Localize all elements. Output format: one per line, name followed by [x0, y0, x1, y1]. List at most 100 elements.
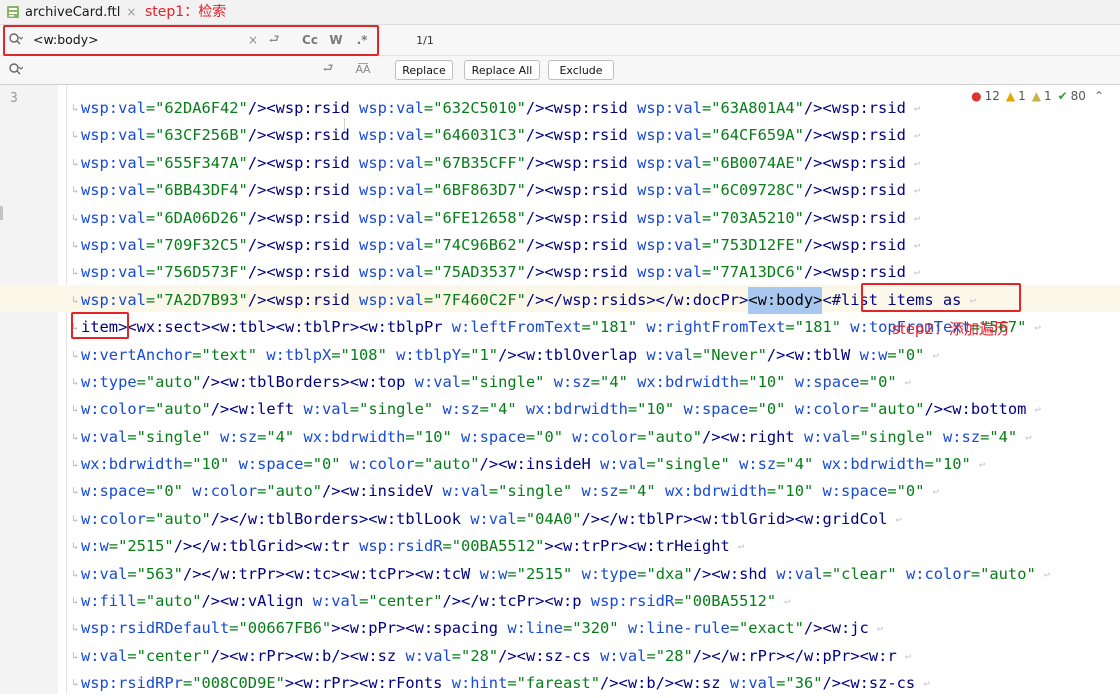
code-token: ="10": [924, 455, 971, 474]
code-token: ="10": [182, 455, 230, 474]
code-token: /><: [201, 372, 230, 391]
code-token: ><: [359, 509, 378, 528]
code-token: w:color: [81, 400, 146, 419]
soft-wrap-icon: ↳: [72, 459, 79, 471]
code-token: ="auto": [637, 427, 703, 446]
code-line[interactable]: ↳ wsp:rsidRPr ="008C0D9E" >< w:rPr >< w:rFonts…: [72, 670, 1050, 697]
code-token: w:sz: [739, 455, 777, 474]
code-line[interactable]: ↳ w:space ="0" w:color ="auto"/>< w:insideV …: [72, 478, 1050, 505]
code-token: w:w: [81, 537, 109, 556]
code-line[interactable]: ↳ wx:bdrwidth ="10" w:space ="0" w:color ="a…: [72, 451, 1050, 478]
code-line[interactable]: ↳ wsp:val ="6DA06D26"/>< wsp:rsid wsp:val ="…: [72, 205, 1050, 232]
soft-wrap-icon: ↳: [72, 267, 79, 279]
code-token: w:space: [238, 455, 304, 474]
code-token: ="320": [562, 619, 619, 638]
annotation-step1: step1：检索: [145, 4, 227, 20]
code-token: w:val: [312, 592, 360, 611]
code-token: ="753D12FE": [701, 235, 804, 254]
code-token: /><: [247, 181, 276, 200]
soft-wrap-icon: ↳: [72, 431, 79, 443]
replace-button[interactable]: Replace: [395, 60, 453, 80]
code-token: wsp:val: [359, 208, 424, 227]
soft-wrap-icon: ↳: [72, 239, 79, 251]
code-token: wsp:val: [81, 290, 146, 309]
code-token: w:val: [303, 400, 350, 419]
code-line[interactable]: ↳ wsp:val ="6BB43DF4"/>< wsp:rsid wsp:val ="…: [72, 177, 1050, 204]
preserve-case-icon[interactable]: A͞A: [352, 61, 374, 77]
code-token: w:vertAnchor: [81, 345, 193, 364]
editor-tab[interactable]: archiveCard.ftl ×: [6, 1, 136, 23]
code-token: wsp:val: [637, 263, 702, 282]
code-token: ="4": [590, 372, 628, 391]
code-token: /><: [803, 619, 832, 638]
code-line[interactable]: ↳ wsp:val ="709F32C5"/>< wsp:rsid wsp:val ="…: [72, 232, 1050, 259]
code-token: w:p: [553, 592, 582, 611]
code-token: wsp:val: [81, 208, 146, 227]
code-line[interactable]: ↳ w:val ="single" w:sz ="4" wx:bdrwidth ="10…: [72, 424, 1050, 451]
wrap-end-icon: ↩: [932, 348, 940, 362]
code-line[interactable]: ↳ w:color ="auto"/>< w:left w:val ="single" …: [72, 396, 1050, 423]
code-token: ="single": [850, 427, 934, 446]
code-token: ="008C0D9E": [182, 674, 285, 693]
code-token: wsp:val: [637, 153, 702, 172]
code-token: /></: [581, 509, 619, 528]
code-token: wsp:val: [359, 181, 424, 200]
code-line[interactable]: ↳ w:val ="center"/>< w:rPr >< w:b/>< w:sz w:va…: [72, 643, 1050, 670]
code-token: ="auto": [145, 509, 211, 528]
code-line[interactable]: ↳ w:vertAnchor ="text" w:tblpX ="108" w:tbl…: [72, 342, 1050, 369]
soft-wrap-icon: ↳: [72, 623, 79, 635]
code-token: /><: [247, 126, 276, 145]
code-token: /><: [525, 126, 554, 145]
chevron-up-icon[interactable]: ⌃: [1094, 89, 1104, 103]
code-token: ="709F32C5": [145, 235, 248, 254]
code-token: /></: [210, 509, 248, 528]
exclude-button[interactable]: Exclude: [548, 60, 614, 80]
code-token: /><: [479, 455, 508, 474]
code-token: ="64CF659A": [701, 126, 804, 145]
code-token: ="0": [887, 345, 925, 364]
code-token: w:tblGrid: [210, 537, 295, 556]
code-token: ><: [340, 372, 360, 391]
soft-wrap-icon: ↳: [72, 294, 79, 306]
tab-close-icon[interactable]: ×: [126, 5, 136, 19]
code-line[interactable]: ↳ wsp:val ="63CF256B"/>< wsp:rsid wsp:val ="…: [72, 122, 1050, 149]
code-token: ="181": [581, 318, 638, 337]
code-line[interactable]: ↳ w:fill ="auto"/>< w:vAlign w:val ="center"…: [72, 588, 1050, 615]
code-token: wsp:val: [637, 126, 702, 145]
soft-wrap-icon: ↳: [72, 157, 79, 169]
code-token: wsp:rsid: [831, 208, 906, 227]
code-token: w:val: [442, 482, 489, 501]
code-line[interactable]: ↳ w:w ="2515"/></w:tblGrid >< w:tr wsp:rsidR…: [72, 533, 1050, 560]
code-token: wsp:rsid: [275, 263, 350, 282]
code-token: w:sz: [359, 646, 397, 665]
code-line[interactable]: ↳ wsp:val ="62DA6F42"/>< wsp:rsid wsp:val ="…: [72, 95, 1050, 122]
code-token: /></: [525, 290, 563, 309]
replace-multiline-icon[interactable]: ⮐: [320, 61, 336, 77]
code-line[interactable]: ↳ wsp:val ="655F347A"/>< wsp:rsid wsp:val ="…: [72, 150, 1050, 177]
code-token: wsp:rsid: [831, 99, 906, 117]
wrap-end-icon: ↩: [1034, 403, 1042, 417]
code-token: ="clear": [822, 564, 897, 583]
match-count: 1/1: [416, 33, 434, 47]
code-token: w:type: [581, 564, 638, 583]
code-token: w:tcPr: [479, 592, 536, 611]
code-line[interactable]: ↳ w:color ="auto"/></w:tblBorders >< w:tblLo…: [72, 506, 1050, 533]
code-line[interactable]: ↳ wsp:rsidRDefault ="00667FB6" >< w:pPr >< w:s…: [72, 615, 1050, 642]
code-token: wsp:rsid: [831, 126, 906, 145]
code-line[interactable]: ↳ w:type ="auto"/>< w:tblBorders >< w:top w:v…: [72, 369, 1050, 396]
code-line[interactable]: ↳ w:val ="563"/></w:trPr >< w:tc >< w:tcPr >< w:…: [72, 561, 1050, 588]
code-token: ="77A13DC6": [701, 263, 804, 282]
code-editor[interactable]: ↳ wsp:val ="62DA6F42"/>< wsp:rsid wsp:val ="…: [72, 95, 1050, 698]
replace-all-button[interactable]: Replace All: [464, 60, 540, 80]
code-token: w:line-rule: [627, 619, 730, 638]
